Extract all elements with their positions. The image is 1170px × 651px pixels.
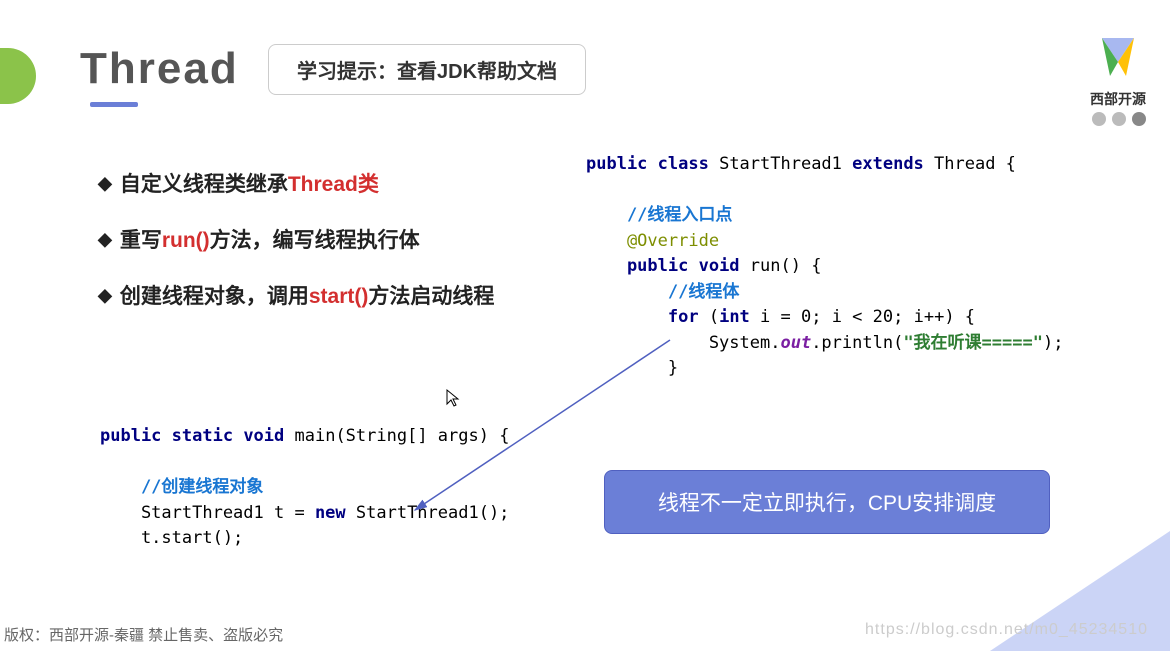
footer-text: 版权：西部开源-秦疆 禁止售卖、盗版必究 xyxy=(4,624,283,645)
brand-logo: 西部开源 xyxy=(1090,32,1146,109)
accent-tab xyxy=(0,48,36,104)
watermark-text: https://blog.csdn.net/m0_45234510 xyxy=(865,621,1148,639)
bullet-1: 自定义线程类继承Thread类 xyxy=(98,168,494,198)
page-title: Thread xyxy=(80,44,239,94)
title-underline xyxy=(90,102,138,107)
bullet-list: 自定义线程类继承Thread类 重写run()方法，编写线程执行体 创建线程对象… xyxy=(98,168,494,336)
decoration-dots xyxy=(1092,112,1146,126)
callout-box: 线程不一定立即执行，CPU安排调度 xyxy=(604,470,1050,534)
bullet-2: 重写run()方法，编写线程执行体 xyxy=(98,224,494,254)
code-block-top: public class StartThread1 extends Thread… xyxy=(586,152,1063,382)
code-block-bottom: public static void main(String[] args) {… xyxy=(100,424,509,552)
cursor-icon xyxy=(445,388,461,413)
logo-icon xyxy=(1094,32,1142,80)
bullet-3: 创建线程对象，调用start()方法启动线程 xyxy=(98,280,494,310)
hint-box: 学习提示：查看JDK帮助文档 xyxy=(268,44,586,95)
logo-text: 西部开源 xyxy=(1090,89,1146,109)
